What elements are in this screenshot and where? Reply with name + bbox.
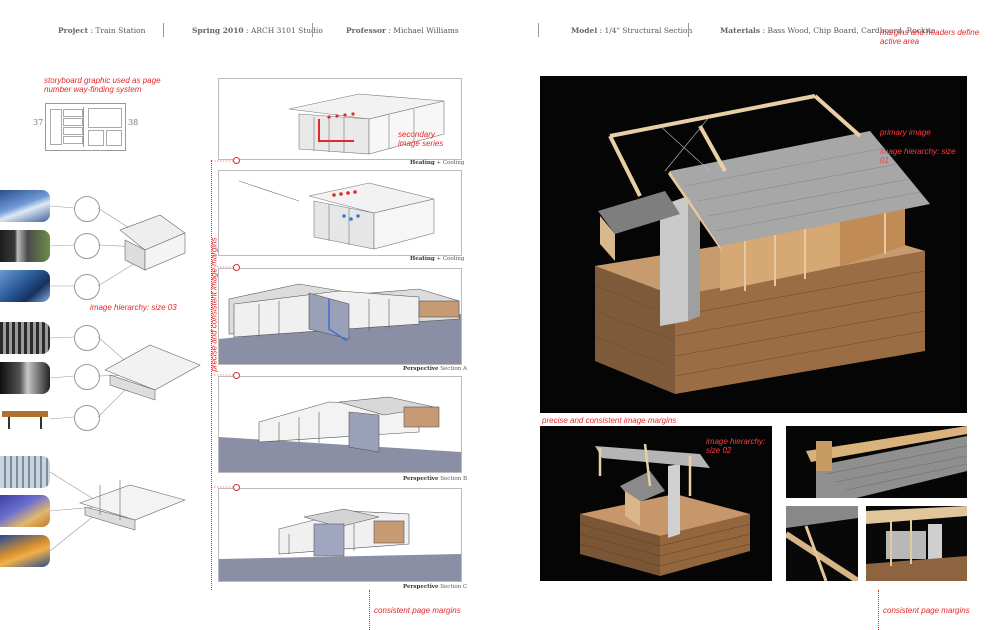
- section-drawing-2: [218, 170, 462, 256]
- annotation-storyboard: storyboard graphic used as page number w…: [44, 76, 161, 94]
- header-project: Project : Train Station: [58, 26, 146, 35]
- annotation-hierarchy-2: image hierarchy: size 02: [706, 437, 766, 455]
- thumbnail-connector-lines: [49, 205, 201, 552]
- header-separator: [688, 23, 689, 37]
- annotation-secondary: secondary image series: [398, 130, 444, 148]
- detail-photo-beam: [786, 506, 858, 581]
- margin-guide-bottom-left: [369, 590, 370, 630]
- caption-heating-cooling-1: Heating + Cooling: [410, 160, 465, 166]
- page-number-left: 37: [33, 118, 44, 127]
- primary-model-photo: [540, 76, 967, 413]
- caption-section-c: Perspective Section C: [403, 584, 468, 590]
- detail-photo-frame: [866, 506, 967, 581]
- header-separator: [163, 23, 164, 37]
- annotation-primary: primary image: [880, 128, 931, 137]
- caption-section-b: Perspective Section B: [403, 476, 467, 482]
- margin-guide-bottom-right: [878, 590, 879, 630]
- annotation-hierarchy-1: image hierarchy: size 01: [880, 147, 956, 165]
- section-drawing-3: [218, 268, 462, 365]
- section-drawing-5: [218, 488, 462, 582]
- page-number-right: 38: [128, 118, 139, 127]
- annotation-consistent-left: consistent page margins: [374, 606, 461, 615]
- header-separator: [312, 23, 313, 37]
- caption-heating-cooling-2: Heating + Cooling: [410, 256, 465, 262]
- header-term: Spring 2010 : ARCH 3101 Studio: [192, 26, 323, 35]
- annotation-consistent-right: consistent page margins: [883, 606, 970, 615]
- header-separator: [538, 23, 539, 37]
- annotation-margins-headers: margins and headers define active area: [880, 28, 980, 46]
- annotation-precise-horizontal: precise and consistent image margins: [542, 416, 677, 425]
- section-drawing-4: [218, 376, 462, 473]
- detail-photo-roof: [786, 426, 967, 498]
- storyboard-graphic: [45, 103, 126, 151]
- annotation-precise-vertical: precise and consistent image margins: [209, 237, 219, 372]
- header-model: Model : 1/4" Structural Section: [571, 26, 693, 35]
- caption-section-a: Perspective Section A: [403, 366, 467, 372]
- annotation-hierarchy-3: image hierarchy: size 03: [90, 303, 177, 312]
- header-professor: Professor : Michael Williams: [346, 26, 459, 35]
